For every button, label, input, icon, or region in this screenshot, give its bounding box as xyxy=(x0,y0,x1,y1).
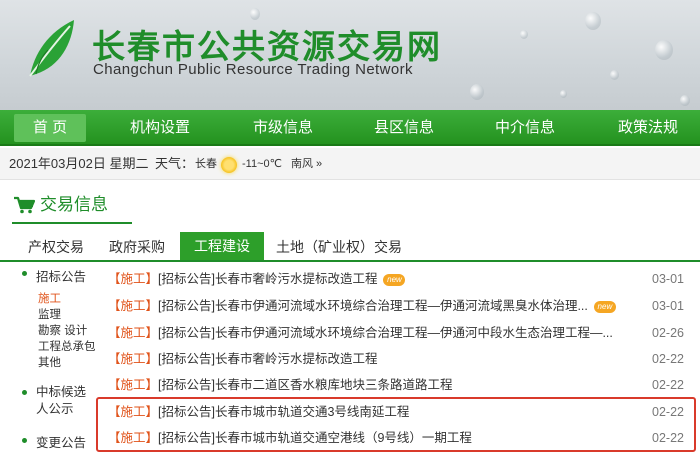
tab-construction[interactable]: 工程建设 xyxy=(180,232,264,260)
list-item-title[interactable]: [招标公告]长春市伊通河流域水环境综合治理工程—伊通河中段水生态治理工程—... xyxy=(158,326,613,340)
new-badge: new xyxy=(383,273,406,286)
water-drop-decoration xyxy=(520,30,528,39)
water-drop-decoration xyxy=(470,84,484,100)
sidebar-item-winning-candidates[interactable]: 中标候选人公示 xyxy=(36,384,96,418)
bullet-dot xyxy=(22,271,27,276)
list-item[interactable]: 【施工】[招标公告]长春市奢岭污水提标改造工程 new 03-01 xyxy=(108,266,696,293)
section-underline xyxy=(12,222,132,224)
water-drop-decoration xyxy=(250,8,260,20)
sunny-weather-icon xyxy=(221,157,237,173)
nav-item-county-info[interactable]: 县区信息 xyxy=(364,114,444,142)
sidebar-subitem-supervision[interactable]: 监理 xyxy=(38,308,61,322)
list-item-title[interactable]: [招标公告]长春市伊通河流域水环境综合治理工程—伊通河流域黑臭水体治理... xyxy=(158,299,588,313)
water-drop-decoration xyxy=(610,70,619,80)
list-item-tag: 【施工】 xyxy=(108,352,159,366)
water-drop-decoration xyxy=(560,90,567,98)
bullet-dot xyxy=(22,390,27,395)
list-item[interactable]: 【施工】[招标公告]长春市伊通河流域水环境综合治理工程—伊通河流域黑臭水体治理.… xyxy=(108,293,696,320)
nav-item-organization[interactable]: 机构设置 xyxy=(120,114,200,142)
new-badge: new xyxy=(593,300,616,313)
list-item-date: 03-01 xyxy=(652,272,684,286)
nav-item-agency-info[interactable]: 中介信息 xyxy=(485,114,565,142)
list-item-title[interactable]: [招标公告]长春市二道区香水粮库地块三条路道路工程 xyxy=(158,378,452,392)
header-banner: 长春市公共资源交易网 Changchun Public Resource Tra… xyxy=(0,0,700,110)
site-subtitle: Changchun Public Resource Trading Networ… xyxy=(93,61,413,78)
tab-land-mining[interactable]: 土地（矿业权）交易 xyxy=(270,234,408,260)
weather-label: 天气： xyxy=(155,156,195,171)
list-item-date: 02-22 xyxy=(652,352,684,366)
sidebar-subitem-general-contract[interactable]: 工程总承包 xyxy=(38,340,96,354)
section-title: 交易信息 xyxy=(40,195,108,214)
current-date: 2021年03月02日 星期二 xyxy=(9,156,149,171)
sidebar-item-change-notice[interactable]: 变更公告 xyxy=(36,432,86,451)
nav-item-policies[interactable]: 政策法规 xyxy=(606,114,690,142)
info-bar: 2021年03月02日 星期二 天气： 长春 -11~0℃ 南风 » xyxy=(0,148,700,180)
list-item-date: 02-22 xyxy=(652,378,684,392)
list-item[interactable]: 【施工】[招标公告]长春市伊通河流域水环境综合治理工程—伊通河中段水生态治理工程… xyxy=(108,320,696,347)
list-item-title[interactable]: [招标公告]长春市奢岭污水提标改造工程 xyxy=(158,352,377,366)
sidebar: 招标公告 施工 监理 勘察 设计 工程总承包 其他 中标候选人公示 变更公告 xyxy=(14,262,100,453)
list-item-tag: 【施工】 xyxy=(108,272,159,286)
tab-property-trading[interactable]: 产权交易 xyxy=(22,234,90,260)
sidebar-subitem-construction[interactable]: 施工 xyxy=(38,292,61,306)
shopping-cart-icon xyxy=(14,196,35,214)
nav-item-city-info[interactable]: 市级信息 xyxy=(243,114,323,142)
list-item-title[interactable]: [招标公告]长春市奢岭污水提标改造工程 xyxy=(158,272,377,286)
water-drop-decoration xyxy=(655,40,673,60)
tab-government-procurement[interactable]: 政府采购 xyxy=(103,234,171,260)
list-item[interactable]: 【施工】[招标公告]长春市二道区香水粮库地块三条路道路工程 02-22 xyxy=(108,372,696,399)
list-item-tag: 【施工】 xyxy=(108,299,159,313)
weather-temperature: -11~0℃ xyxy=(242,158,282,170)
sidebar-subitem-other[interactable]: 其他 xyxy=(38,356,61,370)
category-tabs: 产权交易 政府采购 工程建设 土地（矿业权）交易 xyxy=(0,232,700,262)
sidebar-subitem-survey-design[interactable]: 勘察 设计 xyxy=(38,324,87,338)
list-item-tag: 【施工】 xyxy=(108,378,159,392)
list-item[interactable]: 【施工】[招标公告]长春市奢岭污水提标改造工程 02-22 xyxy=(108,346,696,373)
weather-wind-link[interactable]: 南风 » xyxy=(291,148,322,180)
bullet-dot xyxy=(22,438,27,443)
list-item-date: 03-01 xyxy=(652,299,684,313)
water-drop-decoration xyxy=(585,12,601,30)
main-nav: 首 页 机构设置 市级信息 县区信息 中介信息 政策法规 xyxy=(0,110,700,146)
list-item-date: 02-26 xyxy=(652,326,684,340)
water-drop-decoration xyxy=(680,95,690,106)
highlight-box xyxy=(96,397,696,452)
sidebar-item-tender-notice[interactable]: 招标公告 xyxy=(36,266,86,285)
leaf-logo-icon xyxy=(29,20,74,77)
list-item-tag: 【施工】 xyxy=(108,326,159,340)
nav-item-home[interactable]: 首 页 xyxy=(14,114,86,142)
weather-city: 长春 xyxy=(195,158,217,170)
